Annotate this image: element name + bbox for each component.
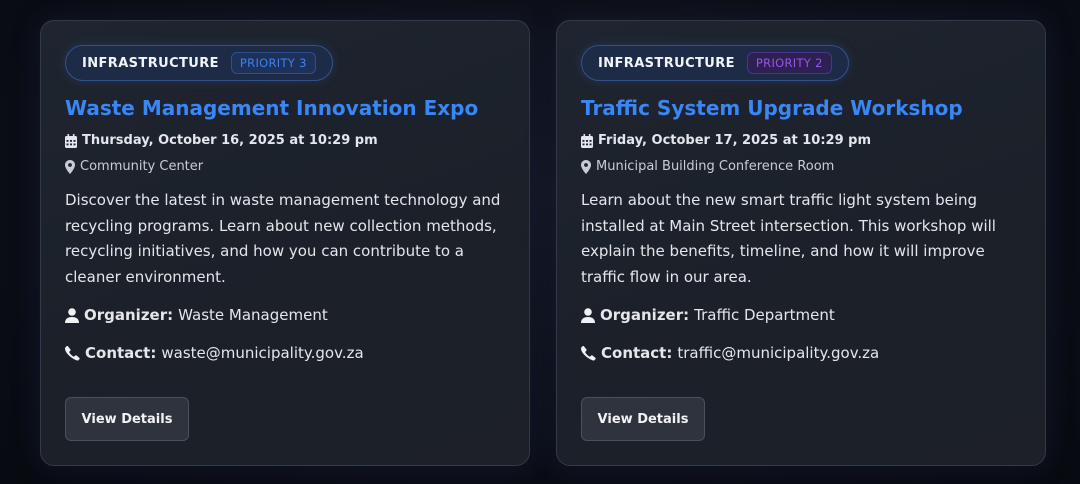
contact-label: Contact:	[601, 344, 673, 362]
event-location: Municipal Building Conference Room	[581, 159, 1021, 174]
event-date: Friday, October 17, 2025 at 10:29 pm	[581, 133, 1021, 148]
event-card: INFRASTRUCTURE PRIORITY 3 Waste Manageme…	[40, 20, 530, 466]
map-marker-icon	[65, 159, 75, 174]
organizer-label: Organizer:	[600, 306, 690, 324]
view-details-button[interactable]: View Details	[65, 397, 189, 441]
phone-icon	[65, 345, 80, 361]
priority-badge: PRIORITY 2	[746, 52, 832, 74]
calendar-icon	[581, 133, 593, 148]
organizer-value: Traffic Department	[694, 306, 835, 324]
user-icon	[581, 307, 595, 323]
event-date-text: Friday, October 17, 2025 at 10:29 pm	[598, 133, 872, 148]
event-contact: Contact: traffic@municipality.gov.za	[581, 344, 1021, 362]
phone-icon	[581, 345, 596, 361]
organizer-label: Organizer:	[84, 306, 174, 324]
user-icon	[65, 307, 79, 323]
event-description: Learn about the new smart traffic light …	[581, 191, 996, 286]
calendar-icon	[65, 133, 77, 148]
contact-label: Contact:	[85, 344, 157, 362]
category-label: INFRASTRUCTURE	[598, 55, 735, 71]
event-description: Discover the latest in waste management …	[65, 191, 501, 286]
event-title[interactable]: Waste Management Innovation Expo	[65, 95, 505, 121]
category-badge: INFRASTRUCTURE PRIORITY 2	[581, 45, 849, 81]
event-organizer: Organizer: Waste Management	[65, 306, 505, 324]
event-location-text: Community Center	[80, 159, 204, 174]
event-location-text: Municipal Building Conference Room	[596, 159, 835, 174]
contact-value[interactable]: waste@municipality.gov.za	[161, 344, 363, 362]
event-location: Community Center	[65, 159, 505, 174]
event-card: INFRASTRUCTURE PRIORITY 2 Traffic System…	[556, 20, 1046, 466]
event-date: Thursday, October 16, 2025 at 10:29 pm	[65, 133, 505, 148]
map-marker-icon	[581, 159, 591, 174]
category-badge: INFRASTRUCTURE PRIORITY 3	[65, 45, 333, 81]
organizer-value: Waste Management	[178, 306, 328, 324]
event-organizer: Organizer: Traffic Department	[581, 306, 1021, 324]
event-contact: Contact: waste@municipality.gov.za	[65, 344, 505, 362]
category-label: INFRASTRUCTURE	[82, 55, 219, 71]
priority-badge: PRIORITY 3	[230, 52, 316, 74]
view-details-button[interactable]: View Details	[581, 397, 705, 441]
contact-value[interactable]: traffic@municipality.gov.za	[677, 344, 879, 362]
event-title[interactable]: Traffic System Upgrade Workshop	[581, 95, 1021, 121]
event-date-text: Thursday, October 16, 2025 at 10:29 pm	[82, 133, 378, 148]
